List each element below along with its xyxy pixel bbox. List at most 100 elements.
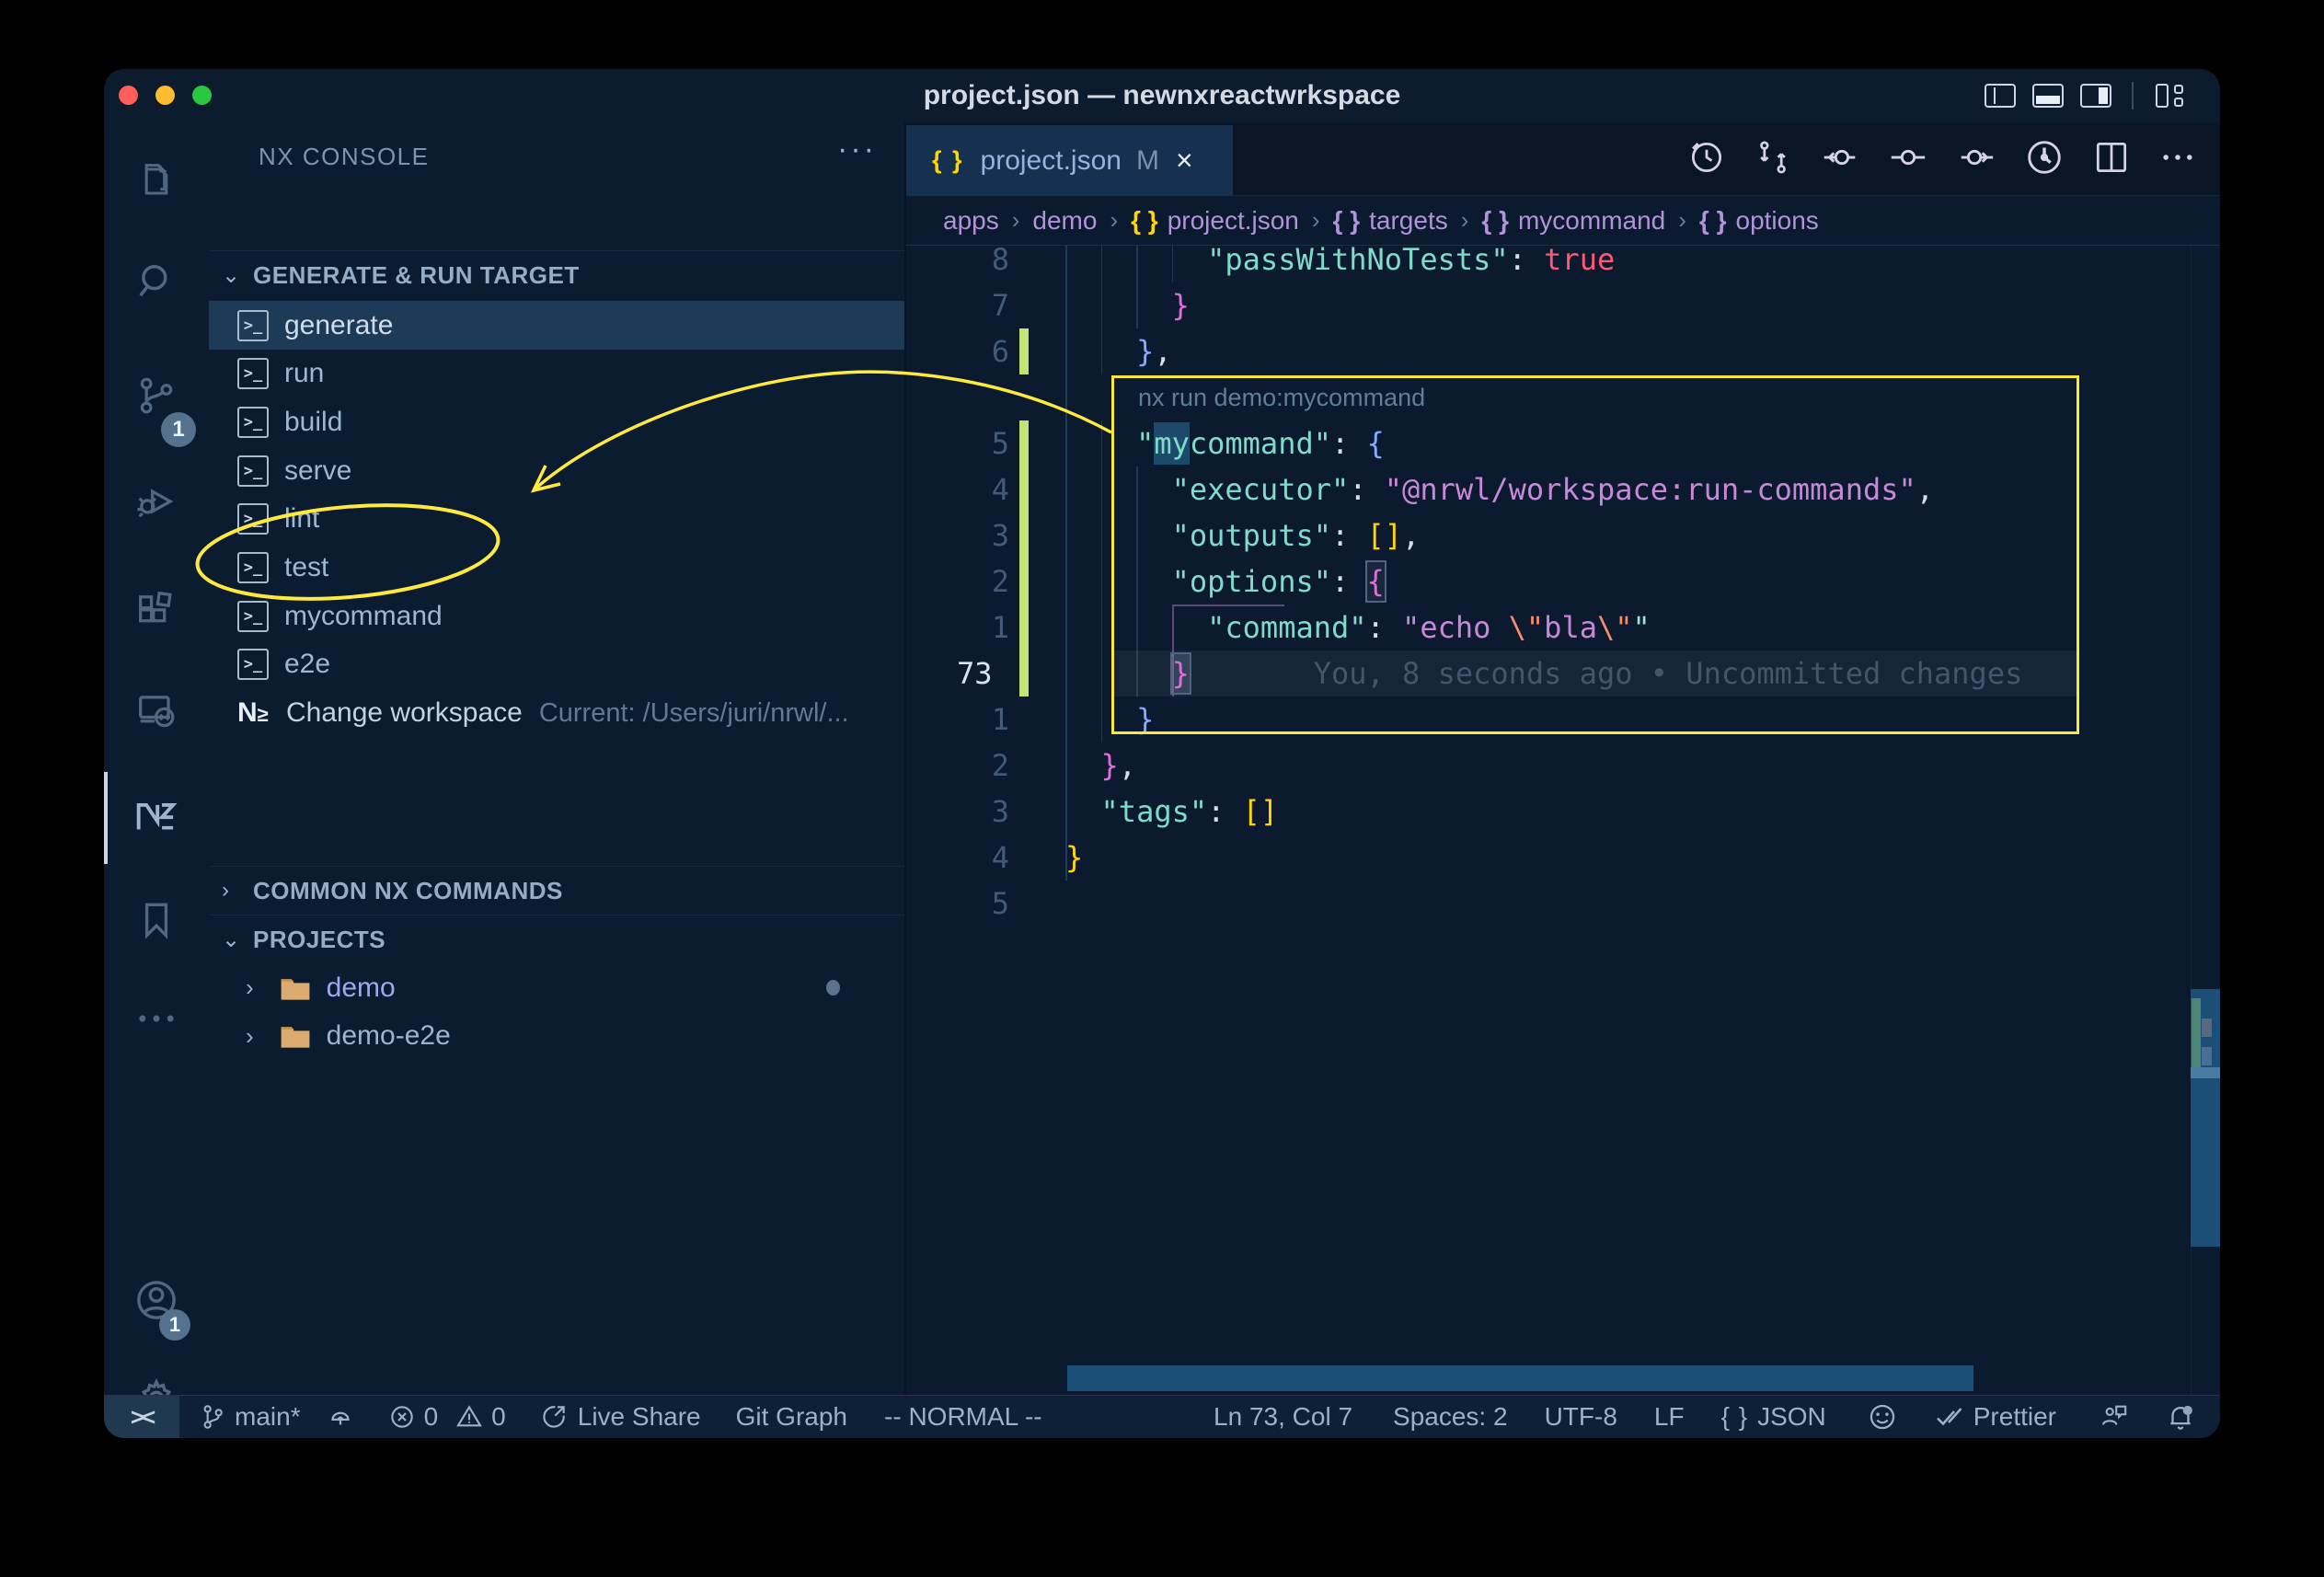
terminal-icon: >_ <box>237 310 269 341</box>
horizontal-scrollbar[interactable] <box>1067 1365 1973 1391</box>
status-eol[interactable]: LF <box>1654 1396 1685 1438</box>
more-actions-icon[interactable] <box>2157 137 2198 182</box>
status-sync[interactable] <box>325 1396 356 1438</box>
braces-icon: { } <box>1699 206 1727 235</box>
breadcrumb-project.json[interactable]: { }project.json <box>1131 206 1299 236</box>
toggle-panel-icon[interactable] <box>2032 84 2064 108</box>
line-number: 1 <box>906 604 1009 650</box>
project-item-demo-e2e[interactable]: ›demo-e2e <box>209 1012 904 1061</box>
timeline-icon[interactable] <box>1686 137 1727 182</box>
braces-icon: { } <box>1333 206 1361 235</box>
tab-bar: { } project.json M × <box>906 122 2220 196</box>
window-title: project.json — newnxreactwrkspace <box>104 69 2220 122</box>
line-number: 6 <box>906 328 1009 374</box>
status-tweet-feedback[interactable] <box>2097 1396 2128 1438</box>
target-item-mycommand[interactable]: >_mycommand <box>209 592 904 640</box>
line-number: 4 <box>906 835 1009 881</box>
line-number: 8 <box>906 246 1009 282</box>
status-branch[interactable]: main* <box>198 1396 301 1438</box>
run-icon[interactable] <box>2023 136 2065 183</box>
code-editor[interactable]: 8 "passWithNoTests": true7 }6 },nx run d… <box>906 246 2220 1395</box>
target-item-serve[interactable]: >_serve <box>209 446 904 495</box>
target-item-e2e[interactable]: >_e2e <box>209 640 904 689</box>
project-item-demo[interactable]: ›demo <box>209 963 904 1012</box>
code-line: 4} <box>906 835 2220 881</box>
compare-changes-icon[interactable] <box>1753 137 1793 182</box>
titlebar: project.json — newnxreactwrkspace <box>104 69 2220 122</box>
chevron-icon: › <box>222 878 242 904</box>
badge: 1 <box>159 1309 190 1341</box>
active-view-indicator <box>104 772 108 864</box>
overview-modified-mark <box>2192 998 2201 1075</box>
vscode-window: project.json — newnxreactwrkspace 111 NX… <box>104 69 2220 1438</box>
breadcrumb-options[interactable]: { }options <box>1699 206 1819 236</box>
status-vim-mode[interactable]: -- NORMAL -- <box>884 1396 1042 1438</box>
status-language-json[interactable]: { }JSON <box>1721 1396 1826 1438</box>
sidebar-nx-console: NX CONSOLE ··· ⌄GENERATE & RUN TARGET>_g… <box>209 122 906 1395</box>
status-encoding[interactable]: UTF-8 <box>1545 1396 1617 1438</box>
status-prettier[interactable]: Prettier <box>1935 1396 2056 1438</box>
target-item-test[interactable]: >_test <box>209 544 904 593</box>
breadcrumb-separator: › <box>1312 206 1320 235</box>
tab-close-icon[interactable]: × <box>1176 144 1193 178</box>
status-live-share[interactable]: Live Share <box>539 1396 701 1438</box>
status-feedback[interactable] <box>1867 1396 1898 1438</box>
search-icon[interactable] <box>104 237 209 326</box>
previous-change-icon[interactable] <box>1819 136 1861 183</box>
target-item-run[interactable]: >_run <box>209 350 904 398</box>
section-generate-run-target[interactable]: ⌄GENERATE & RUN TARGET <box>209 250 904 299</box>
sidebar-more-icon[interactable]: ··· <box>837 132 877 167</box>
change-workspace-item[interactable]: N≥Change workspaceCurrent: /Users/juri/n… <box>209 689 904 738</box>
vertical-scrollbar-slider[interactable] <box>2191 989 2220 1247</box>
nx-logo-icon: N≥ <box>237 697 270 729</box>
terminal-icon: >_ <box>237 407 269 438</box>
breadcrumb-apps[interactable]: apps <box>943 206 999 236</box>
breadcrumbs: apps›demo›{ }project.json›{ }targets›{ }… <box>906 196 2220 246</box>
tab-modified-badge: M <box>1136 145 1159 177</box>
terminal-icon: >_ <box>237 601 269 632</box>
line-number: 4 <box>906 466 1009 512</box>
section-projects[interactable]: ⌄PROJECTS <box>209 915 904 963</box>
tab-label: project.json <box>981 145 1122 177</box>
open-changes-icon[interactable] <box>1887 136 1929 183</box>
json-file-icon: { } <box>932 146 964 175</box>
status-indentation[interactable]: Spaces: 2 <box>1393 1396 1508 1438</box>
code-line: 6 }, <box>906 328 2220 374</box>
split-editor-icon[interactable] <box>2091 137 2132 182</box>
breadcrumb-targets[interactable]: { }targets <box>1333 206 1448 236</box>
toggle-secondary-sidebar-icon[interactable] <box>2080 84 2111 108</box>
editor-group: { } project.json M × apps›demo›{ }projec… <box>906 122 2220 1395</box>
next-change-icon[interactable] <box>1955 136 1997 183</box>
nx-console-icon[interactable] <box>104 772 209 860</box>
accounts-icon[interactable]: 1 <box>104 1256 209 1344</box>
overview-selection-mark <box>2202 1047 2212 1065</box>
breadcrumb-separator: › <box>1012 206 1020 235</box>
toggle-sidebar-icon[interactable] <box>1985 84 2016 108</box>
remote-explorer-icon[interactable] <box>104 667 209 755</box>
terminal-icon: >_ <box>237 455 269 487</box>
remote-indicator[interactable]: >< <box>104 1396 179 1438</box>
folder-icon <box>280 975 311 1001</box>
explorer-icon[interactable] <box>104 137 209 225</box>
source-control-icon[interactable]: 1 <box>104 351 209 440</box>
status-cursor-position[interactable]: Ln 73, Col 7 <box>1214 1396 1352 1438</box>
target-item-build[interactable]: >_build <box>209 397 904 446</box>
breadcrumb-demo[interactable]: demo <box>1032 206 1097 236</box>
more-icon[interactable] <box>104 974 209 1063</box>
target-item-generate[interactable]: >_generate <box>209 301 904 350</box>
extensions-icon[interactable] <box>104 568 209 656</box>
section-common-nx-commands[interactable]: ›COMMON NX COMMANDS <box>209 866 904 915</box>
breadcrumb-mycommand[interactable]: { }mycommand <box>1481 206 1665 236</box>
run-debug-icon[interactable] <box>104 457 209 546</box>
status-git-graph[interactable]: Git Graph <box>736 1396 847 1438</box>
activity-bar: 111 <box>104 122 209 1395</box>
bookmarks-icon[interactable] <box>104 876 209 964</box>
status-problems[interactable]: 00 <box>387 1396 506 1438</box>
line-number: 7 <box>906 282 1009 328</box>
chevron-icon: ⌄ <box>222 262 242 289</box>
status-notifications[interactable] <box>2165 1396 2196 1438</box>
customize-layout-icon[interactable] <box>2154 82 2187 109</box>
tab-project-json[interactable]: { } project.json M × <box>906 125 1233 196</box>
target-item-lint[interactable]: >_lint <box>209 495 904 544</box>
braces-icon: { } <box>1481 206 1509 235</box>
